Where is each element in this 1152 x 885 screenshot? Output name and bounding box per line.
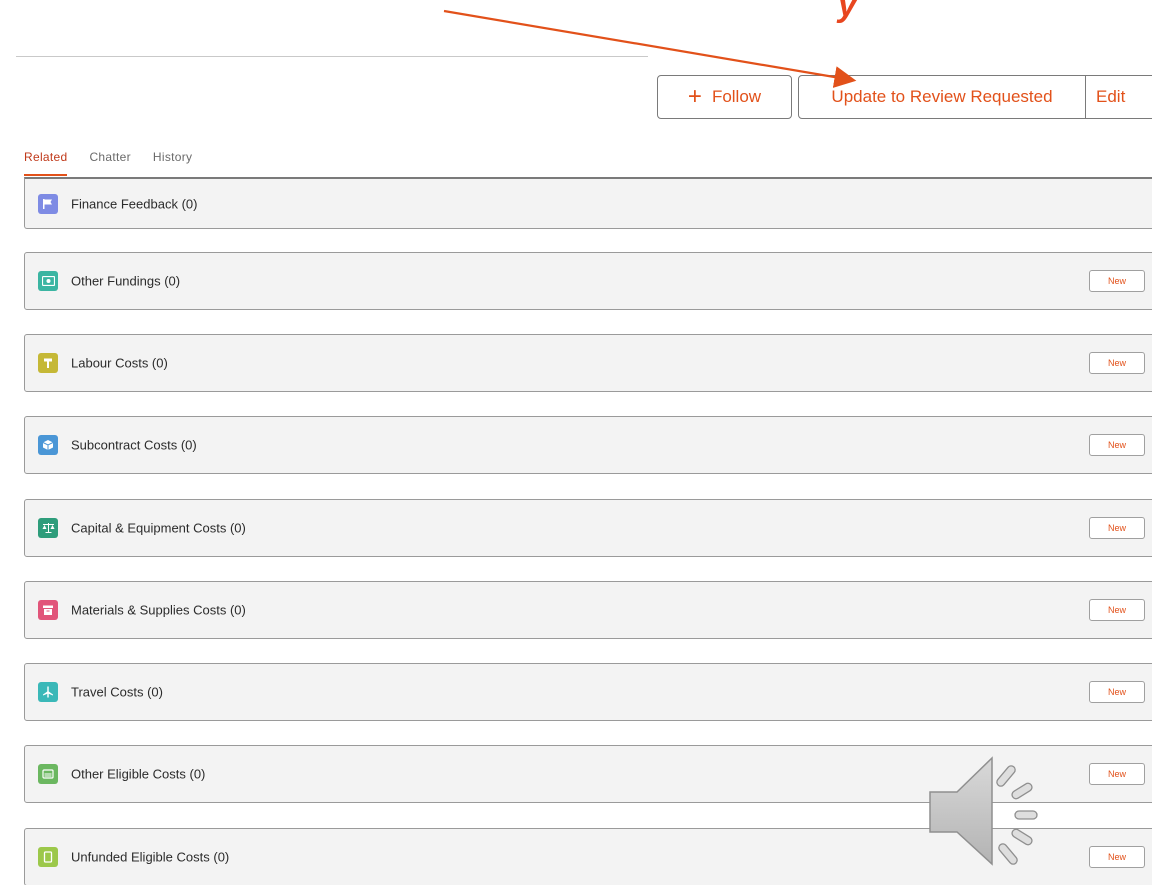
related-list-title[interactable]: Subcontract Costs (0) xyxy=(71,438,197,453)
new-button[interactable]: New xyxy=(1089,846,1145,868)
calculator-icon xyxy=(38,764,58,784)
new-button[interactable]: New xyxy=(1089,434,1145,456)
follow-button[interactable]: + Follow xyxy=(657,75,792,119)
related-list-materials-supplies-costs: Materials & Supplies Costs (0) New xyxy=(24,581,1152,639)
related-list-title[interactable]: Labour Costs (0) xyxy=(71,356,168,371)
flag-icon xyxy=(38,193,58,214)
related-list-title[interactable]: Other Eligible Costs (0) xyxy=(71,767,205,782)
plane-icon xyxy=(38,682,58,702)
edit-button-label: Edit xyxy=(1096,87,1126,106)
related-list-title[interactable]: Unfunded Eligible Costs (0) xyxy=(71,850,229,865)
new-button[interactable]: New xyxy=(1089,352,1145,374)
new-button[interactable]: New xyxy=(1089,517,1145,539)
follow-button-label: Follow xyxy=(711,87,762,106)
annotation-fragment: y xyxy=(838,0,857,24)
related-list-other-fundings: Other Fundings (0) New xyxy=(24,252,1152,310)
related-list-capital-equipment-costs: Capital & Equipment Costs (0) New xyxy=(24,499,1152,557)
scales-icon xyxy=(38,518,58,538)
related-list-title[interactable]: Capital & Equipment Costs (0) xyxy=(71,521,246,536)
related-list-title[interactable]: Finance Feedback (0) xyxy=(71,196,197,211)
new-button[interactable]: New xyxy=(1089,763,1145,785)
new-button[interactable]: New xyxy=(1089,270,1145,292)
related-list-title[interactable]: Other Fundings (0) xyxy=(71,274,180,289)
cube-icon xyxy=(38,435,58,455)
new-button[interactable]: New xyxy=(1089,599,1145,621)
tab-history[interactable]: History xyxy=(153,150,192,176)
related-list-labour-costs: Labour Costs (0) New xyxy=(24,334,1152,392)
related-list-subcontract-costs: Subcontract Costs (0) New xyxy=(24,416,1152,474)
update-button-label: Update to Review Requested xyxy=(831,87,1053,106)
money-icon xyxy=(38,271,58,291)
related-list-title[interactable]: Travel Costs (0) xyxy=(71,685,163,700)
tab-chatter[interactable]: Chatter xyxy=(89,150,130,176)
tablet-icon xyxy=(38,847,58,867)
new-button[interactable]: New xyxy=(1089,681,1145,703)
related-tabs: Related Chatter History xyxy=(24,150,214,176)
related-list-finance-feedback: Finance Feedback (0) xyxy=(24,177,1152,229)
header-divider xyxy=(16,56,648,57)
speaker-icon[interactable] xyxy=(922,752,1052,872)
record-page: y + Follow Update to Review Requested Ed… xyxy=(0,0,1152,885)
related-list-travel-costs: Travel Costs (0) New xyxy=(24,663,1152,721)
hammer-icon xyxy=(38,353,58,373)
edit-button[interactable]: Edit xyxy=(1085,75,1152,119)
tab-related[interactable]: Related xyxy=(24,150,68,176)
update-to-review-requested-button[interactable]: Update to Review Requested xyxy=(798,75,1086,119)
plus-icon: + xyxy=(687,83,702,110)
related-list-title[interactable]: Materials & Supplies Costs (0) xyxy=(71,603,246,618)
archive-icon xyxy=(38,600,58,620)
